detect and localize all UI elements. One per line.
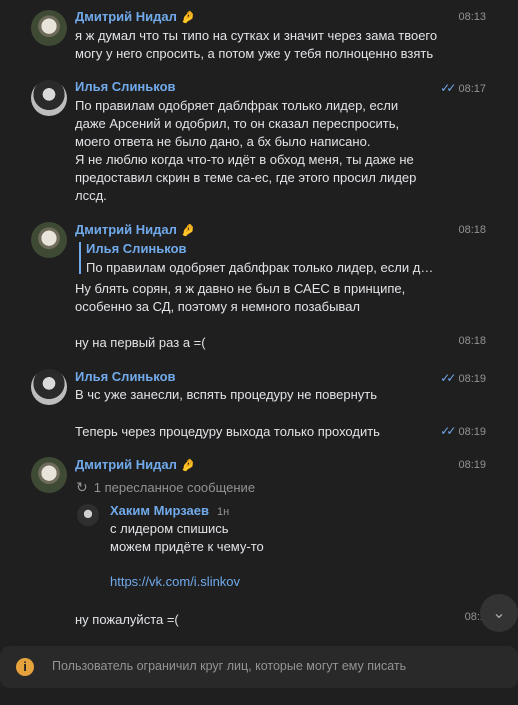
author-name[interactable]: Дмитрий Нидал 🤌 bbox=[75, 9, 196, 24]
forwarded-time: 1н bbox=[216, 506, 230, 518]
forward-arrow-icon: ↻ bbox=[76, 479, 88, 495]
message-text: Теперь через процедуру выхода только про… bbox=[75, 424, 380, 439]
time-text: 08:19 bbox=[458, 373, 486, 385]
forwarded-toggle[interactable]: ↻ 1 пересланное сообщение bbox=[76, 479, 255, 496]
chevron-down-icon: ⌄ bbox=[492, 605, 506, 622]
author-name-text: Дмитрий Нидал bbox=[75, 222, 177, 237]
message-time: 08:18 bbox=[458, 224, 486, 236]
emoji-icon: 🤌 bbox=[180, 10, 196, 24]
author-name[interactable]: Илья Слиньков bbox=[75, 369, 176, 384]
avatar[interactable] bbox=[31, 10, 67, 46]
message-time: 08:18 bbox=[458, 335, 486, 347]
author-name-text: Дмитрий Нидал bbox=[75, 457, 177, 472]
forwarded-author-text: Хаким Мирзаев bbox=[110, 503, 209, 518]
author-name-text: Дмитрий Нидал bbox=[75, 9, 177, 24]
reply-author[interactable]: Илья Слиньков bbox=[86, 241, 187, 256]
message-text: По правилам одобряет даблфрак только лид… bbox=[75, 98, 417, 203]
author-name[interactable]: Дмитрий Нидал 🤌 bbox=[75, 457, 196, 472]
double-check-icon: ✓✓ bbox=[440, 81, 456, 95]
time-text: 08:19 bbox=[458, 426, 486, 438]
message-text: ну пожалуйста =( bbox=[75, 612, 179, 627]
message-time: 08:19 bbox=[458, 459, 486, 471]
emoji-icon: 🤌 bbox=[180, 223, 196, 237]
author-name[interactable]: Илья Слиньков bbox=[75, 79, 176, 94]
message-time: 08:13 bbox=[458, 11, 486, 23]
avatar[interactable] bbox=[31, 80, 67, 116]
avatar[interactable] bbox=[77, 504, 99, 526]
time-text: 08:17 bbox=[458, 83, 486, 95]
emoji-icon: 🤌 bbox=[180, 458, 196, 472]
notice-text: Пользователь ограничил круг лиц, которые… bbox=[52, 659, 407, 673]
forward-label: 1 пересланное сообщение bbox=[93, 480, 256, 495]
double-check-icon: ✓✓ bbox=[440, 424, 456, 438]
avatar[interactable] bbox=[31, 222, 67, 258]
message-text: я ж думал что ты типо на сутках и значит… bbox=[75, 28, 438, 61]
profile-link[interactable]: https://vk.com/i.slinkov bbox=[110, 574, 240, 589]
forwarded-text: с лидером спишись можем придёте к чему-т… bbox=[110, 521, 264, 554]
author-name[interactable]: Дмитрий Нидал 🤌 bbox=[75, 222, 196, 237]
forwarded-author[interactable]: Хаким Мирзаев 1н bbox=[110, 503, 229, 518]
message-text: ну на первый раз а =( bbox=[75, 335, 206, 350]
scroll-down-button[interactable]: ⌄ bbox=[480, 594, 518, 632]
avatar[interactable] bbox=[31, 457, 67, 493]
message-time: ✓✓ 08:19 bbox=[440, 371, 486, 385]
avatar[interactable] bbox=[31, 369, 67, 405]
message-time: ✓✓ 08:17 bbox=[440, 81, 486, 95]
reply-bar bbox=[79, 242, 81, 274]
reply-text[interactable]: По правилам одобряет даблфрак только лид… bbox=[86, 260, 436, 275]
message-text: Ну блять сорян, я ж давно не был в САЕС … bbox=[75, 281, 406, 314]
message-time: ✓✓ 08:19 bbox=[440, 424, 486, 438]
message-text: В чс уже занесли, вспять процедуру не по… bbox=[75, 387, 377, 402]
double-check-icon: ✓✓ bbox=[440, 371, 456, 385]
info-icon: i bbox=[16, 658, 34, 676]
restriction-notice: i Пользователь ограничил круг лиц, котор… bbox=[0, 646, 518, 688]
